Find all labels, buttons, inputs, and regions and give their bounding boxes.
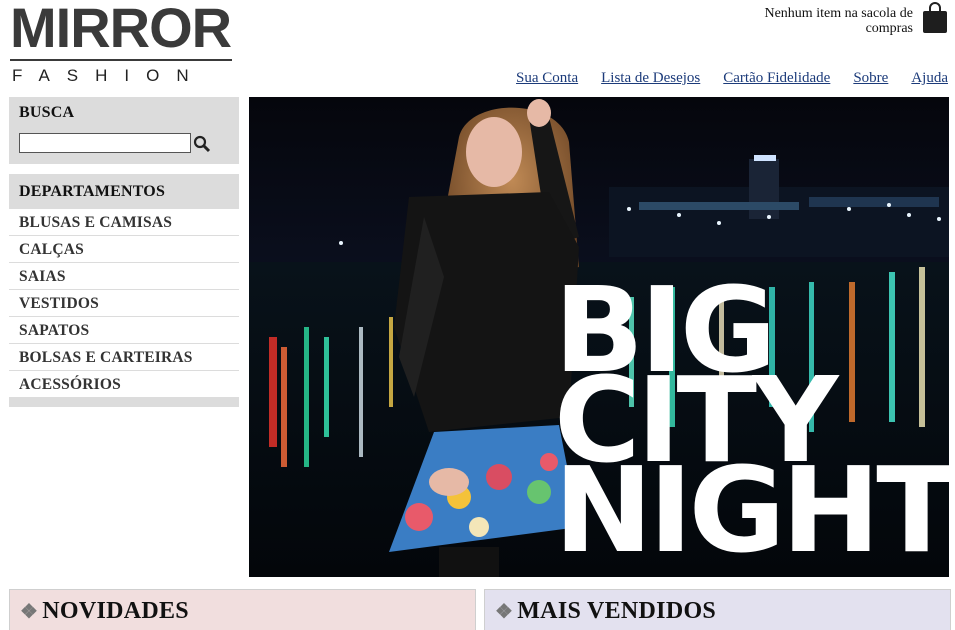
nav-sobre[interactable]: Sobre: [853, 70, 888, 87]
hero-title: BIG CITY NIGHTS: [554, 271, 949, 577]
logo-sub-text: FASHION: [12, 66, 206, 85]
dept-item-acessorios[interactable]: ACESSÓRIOS: [9, 371, 239, 397]
dept-item-vestidos[interactable]: VESTIDOS: [9, 290, 239, 317]
hero-line-3: NIGHTS: [554, 441, 949, 577]
logo-divider: [10, 59, 232, 61]
diamond-bullet-icon: ❖: [20, 601, 39, 623]
departments-title: DEPARTAMENTOS: [9, 174, 239, 209]
shopping-bag-icon[interactable]: [922, 2, 948, 34]
search-icon[interactable]: [193, 135, 211, 153]
section-label-novidades: NOVIDADES: [42, 598, 189, 624]
cart-status[interactable]: Nenhum item na sacola de compras: [753, 6, 913, 36]
search-title: BUSCA: [19, 104, 75, 121]
nav-lista-desejos[interactable]: Lista de Desejos: [601, 70, 700, 87]
departments-list: BLUSAS E CAMISAS CALÇAS SAIAS VESTIDOS S…: [9, 209, 239, 397]
section-title-mais-vendidos: ❖ MAIS VENDIDOS: [495, 598, 716, 625]
section-title-novidades: ❖ NOVIDADES: [20, 598, 189, 625]
hero-banner[interactable]: BIG CITY NIGHTS: [249, 97, 949, 577]
dept-item-bolsas[interactable]: BOLSAS E CARTEIRAS: [9, 344, 239, 371]
logo-main-text: MIRROR: [10, 0, 232, 59]
search-panel: BUSCA: [9, 97, 239, 164]
logo[interactable]: MIRROR FASHION: [10, 0, 232, 85]
dept-item-saias[interactable]: SAIAS: [9, 263, 239, 290]
departments-footer: [9, 397, 239, 407]
top-nav: Sua Conta Lista de Desejos Cartão Fideli…: [516, 70, 948, 87]
nav-ajuda[interactable]: Ajuda: [911, 70, 948, 87]
dept-item-sapatos[interactable]: SAPATOS: [9, 317, 239, 344]
nav-sua-conta[interactable]: Sua Conta: [516, 70, 578, 87]
diamond-bullet-icon: ❖: [495, 601, 514, 623]
departments-panel: DEPARTAMENTOS BLUSAS E CAMISAS CALÇAS SA…: [9, 174, 239, 407]
dept-item-blusas[interactable]: BLUSAS E CAMISAS: [9, 209, 239, 236]
section-label-mais-vendidos: MAIS VENDIDOS: [517, 598, 717, 624]
dept-item-calcas[interactable]: CALÇAS: [9, 236, 239, 263]
search-input[interactable]: [19, 133, 191, 153]
nav-cartao-fidelidade[interactable]: Cartão Fidelidade: [723, 70, 830, 87]
